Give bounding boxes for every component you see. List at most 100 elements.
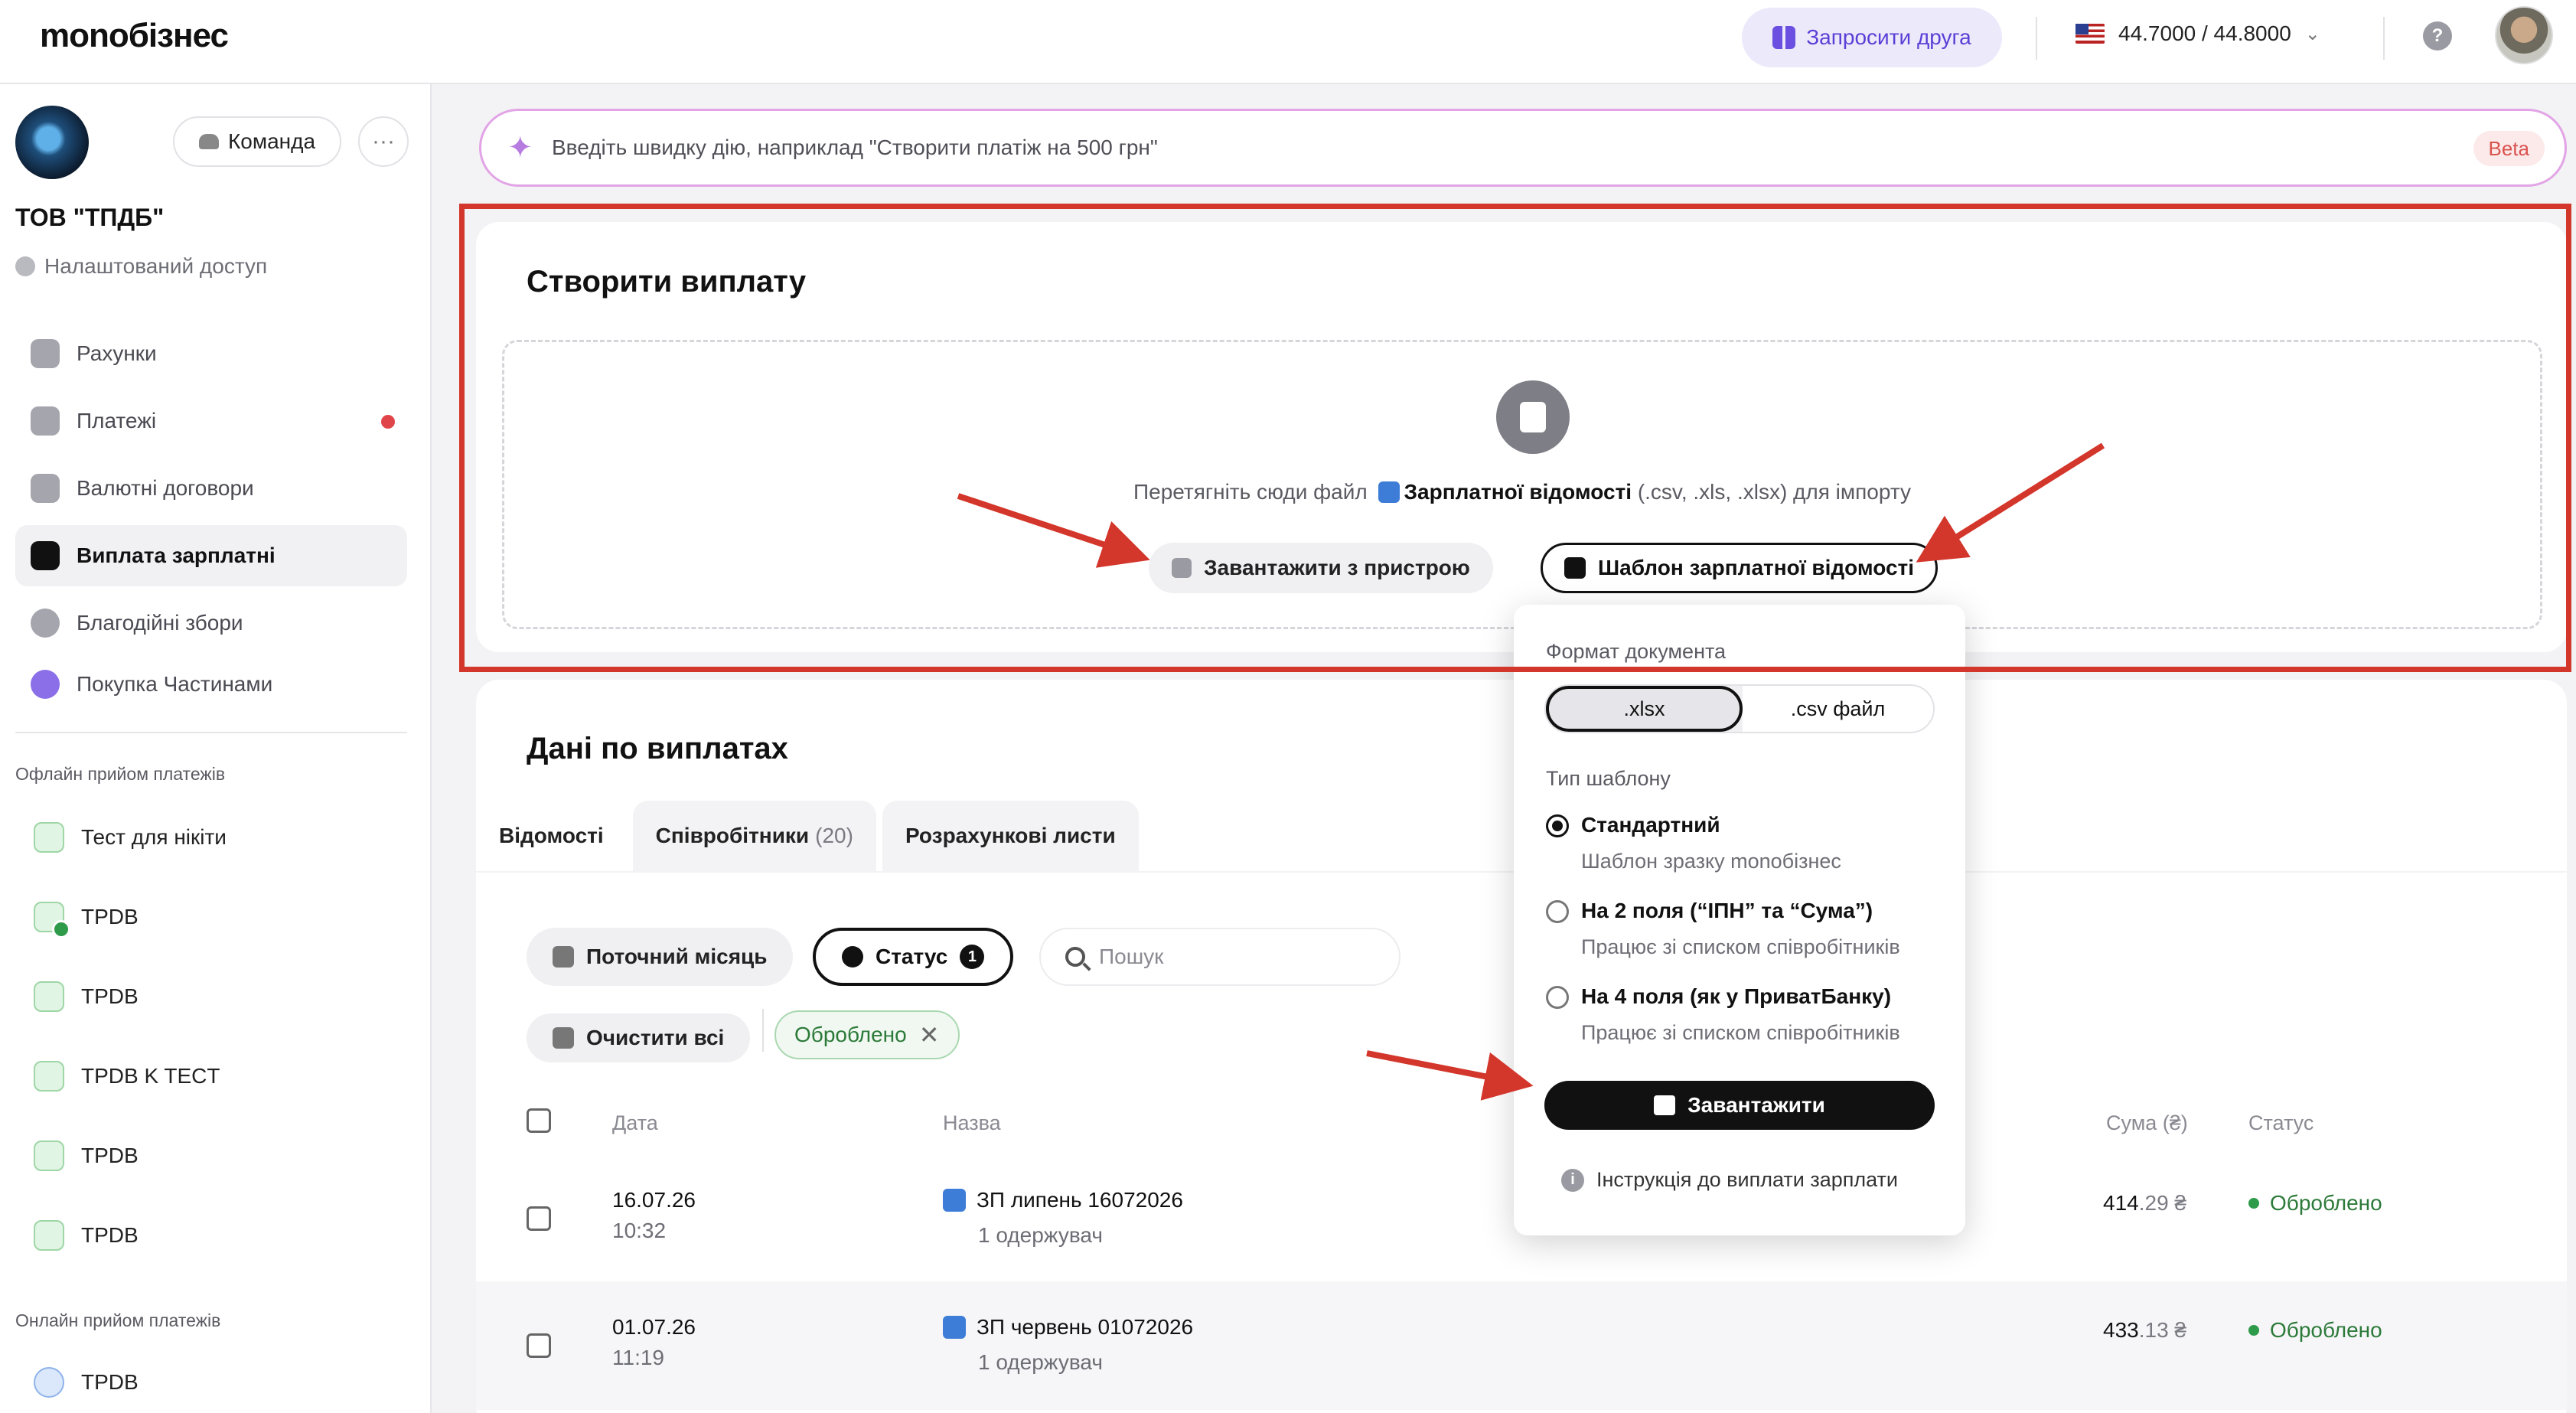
org-avatar[interactable] [15,106,89,179]
sidebar: Команда ··· ТОВ "ТПДБ" Налаштований дост… [0,84,432,1413]
access-label: Налаштований доступ [44,254,268,278]
close-icon[interactable]: ✕ [919,1020,940,1049]
filter-count-badge: 1 [960,945,985,969]
sidebar-item-currency-contracts[interactable]: Валютні договори [15,458,407,519]
divider [2036,17,2037,60]
user-avatar[interactable] [2495,6,2553,64]
invite-friend-button[interactable]: Запросити друга [1742,8,2002,67]
column-header-amount[interactable]: Сума (₴) [2106,1111,2188,1135]
info-icon: i [1561,1168,1584,1192]
access-link[interactable]: Налаштований доступ [15,254,267,279]
team-button[interactable]: Команда [173,116,341,167]
tab-label: Розрахункові листи [905,824,1116,847]
sidebar-item-salary[interactable]: Виплата зарплатні [15,525,407,586]
exchange-rate-dropdown[interactable]: 44.7000 / 44.8000 ⌄ [2075,21,2320,46]
sparkle-icon: ✦ [507,131,533,165]
online-shop-item[interactable]: TPDB [34,1367,139,1398]
sidebar-item-label: Благодійні збори [77,611,243,635]
clear-all-label: Очистити всі [586,1026,725,1049]
status-dot [2248,1325,2259,1336]
salary-instruction-link[interactable]: i Інструкція до виплати зарплати [1561,1168,1898,1192]
template-2-fields-title[interactable]: На 2 поля (“ІПН” та “Сума”) [1581,899,1873,923]
chevron-down-icon: ⌄ [2304,23,2320,44]
row-name[interactable]: ЗП червень 01072026 [943,1315,1193,1340]
help-icon[interactable]: ? [2423,21,2452,51]
tab-payslips[interactable]: Розрахункові листи [882,801,1139,871]
qr-icon [34,1061,64,1092]
sidebar-divider [15,732,407,733]
amount-integer: 433 [2103,1318,2139,1342]
row-checkbox[interactable] [527,1333,551,1358]
clear-all-filters-button[interactable]: Очистити всі [527,1013,751,1062]
shop-label: TPDB K TECT [81,1064,220,1088]
current-month-filter[interactable]: Поточний місяць [527,928,794,986]
template-4-fields-title[interactable]: На 4 поля (як у ПриватБанку) [1581,984,1891,1009]
row-status: Оброблено [2248,1318,2382,1343]
status-label: Оброблено [2270,1191,2382,1215]
column-header-date[interactable]: Дата [612,1111,658,1135]
status-label: Оброблено [2270,1318,2382,1342]
qr-icon [34,1220,64,1251]
download-icon [1654,1095,1676,1115]
status-filter[interactable]: Статус 1 [813,928,1014,986]
app-logo[interactable]: monoбізнес [40,17,229,55]
column-header-status[interactable]: Статус [2248,1111,2314,1135]
template-2-fields-radio[interactable] [1546,900,1569,923]
select-all-checkbox[interactable] [527,1108,551,1133]
column-header-name[interactable]: Назва [943,1111,1001,1135]
offline-shop-item[interactable]: TPDB [34,1220,139,1251]
quick-action-input[interactable]: ✦ Введіть швидку дію, наприклад "Створит… [479,109,2567,187]
sidebar-item-payments[interactable]: Платежі [15,390,407,452]
tab-employees[interactable]: Співробітники (20) [632,801,876,871]
android-badge [52,920,70,938]
sidebar-item-installments[interactable]: Покупка Частинами [15,654,407,715]
template-type-label: Тип шаблону [1546,767,1671,790]
offline-shop-item[interactable]: Тест для нікіти [34,822,227,853]
shop-label: Тест для нікіти [81,825,227,849]
offline-shop-item[interactable]: TPDB [34,1141,139,1171]
offline-shop-item[interactable]: TPDB K TECT [34,1061,220,1092]
more-options-button[interactable]: ··· [358,116,409,167]
format-option-xlsx[interactable]: .xlsx [1546,686,1743,732]
sidebar-item-accounts[interactable]: Рахунки [15,323,407,384]
terminal-android-icon [34,902,70,938]
row-amount: 433.13 ₴ [2103,1318,2186,1343]
template-4-fields-radio[interactable] [1546,986,1569,1009]
row-name[interactable]: ЗП липень 16072026 [943,1188,1183,1212]
tab-statements[interactable]: Відомості [476,801,627,871]
online-section-title: Онлайн прийом платежів [15,1310,221,1330]
org-name: ТОВ "ТПДБ" [15,204,165,231]
status-dot [2248,1198,2259,1209]
offline-shop-item[interactable]: TPDB [34,981,139,1012]
paw-icon [31,670,60,699]
search-icon [1065,947,1085,967]
template-standard-title[interactable]: Стандартний [1581,813,1720,837]
template-standard-subtitle: Шаблон зразку monoбізнес [1581,850,1841,873]
exchange-rate-value: 44.7000 / 44.8000 [2118,21,2291,45]
download-template-button[interactable]: Завантажити [1544,1081,1935,1130]
top-bar: monoбізнес Запросити друга 44.7000 / 44.… [0,0,2576,84]
sidebar-item-charity[interactable]: Благодійні збори [15,592,407,654]
payments-title: Дані по виплатах [527,732,788,765]
offline-shop-item[interactable]: TPDB [34,902,139,938]
row-time: 10:32 [612,1219,667,1242]
active-filter-label: Оброблено [794,1023,907,1046]
invite-friend-label: Запросити друга [1806,25,1971,49]
shop-label: TPDB [81,905,139,928]
qr-icon [34,822,64,853]
sidebar-item-label: Рахунки [77,341,157,365]
template-options-popover: Формат документа .xlsx .csv файл Тип шаб… [1514,605,1965,1235]
calendar-icon [553,946,574,968]
table-row-background [476,1281,2567,1410]
instruction-label: Інструкція до виплати зарплати [1596,1168,1898,1191]
row-checkbox[interactable] [527,1206,551,1231]
row-amount: 414.29 ₴ [2103,1191,2186,1216]
search-input[interactable]: Пошук [1039,928,1400,986]
shop-label: TPDB [81,1144,139,1167]
template-standard-radio[interactable] [1546,814,1569,837]
us-flag-icon [2075,24,2105,44]
format-option-csv[interactable]: .csv файл [1743,686,1933,732]
salary-wallet-icon [31,541,60,570]
row-recipients: 1 одержувач [978,1350,1103,1374]
filter-label: Поточний місяць [586,945,768,968]
